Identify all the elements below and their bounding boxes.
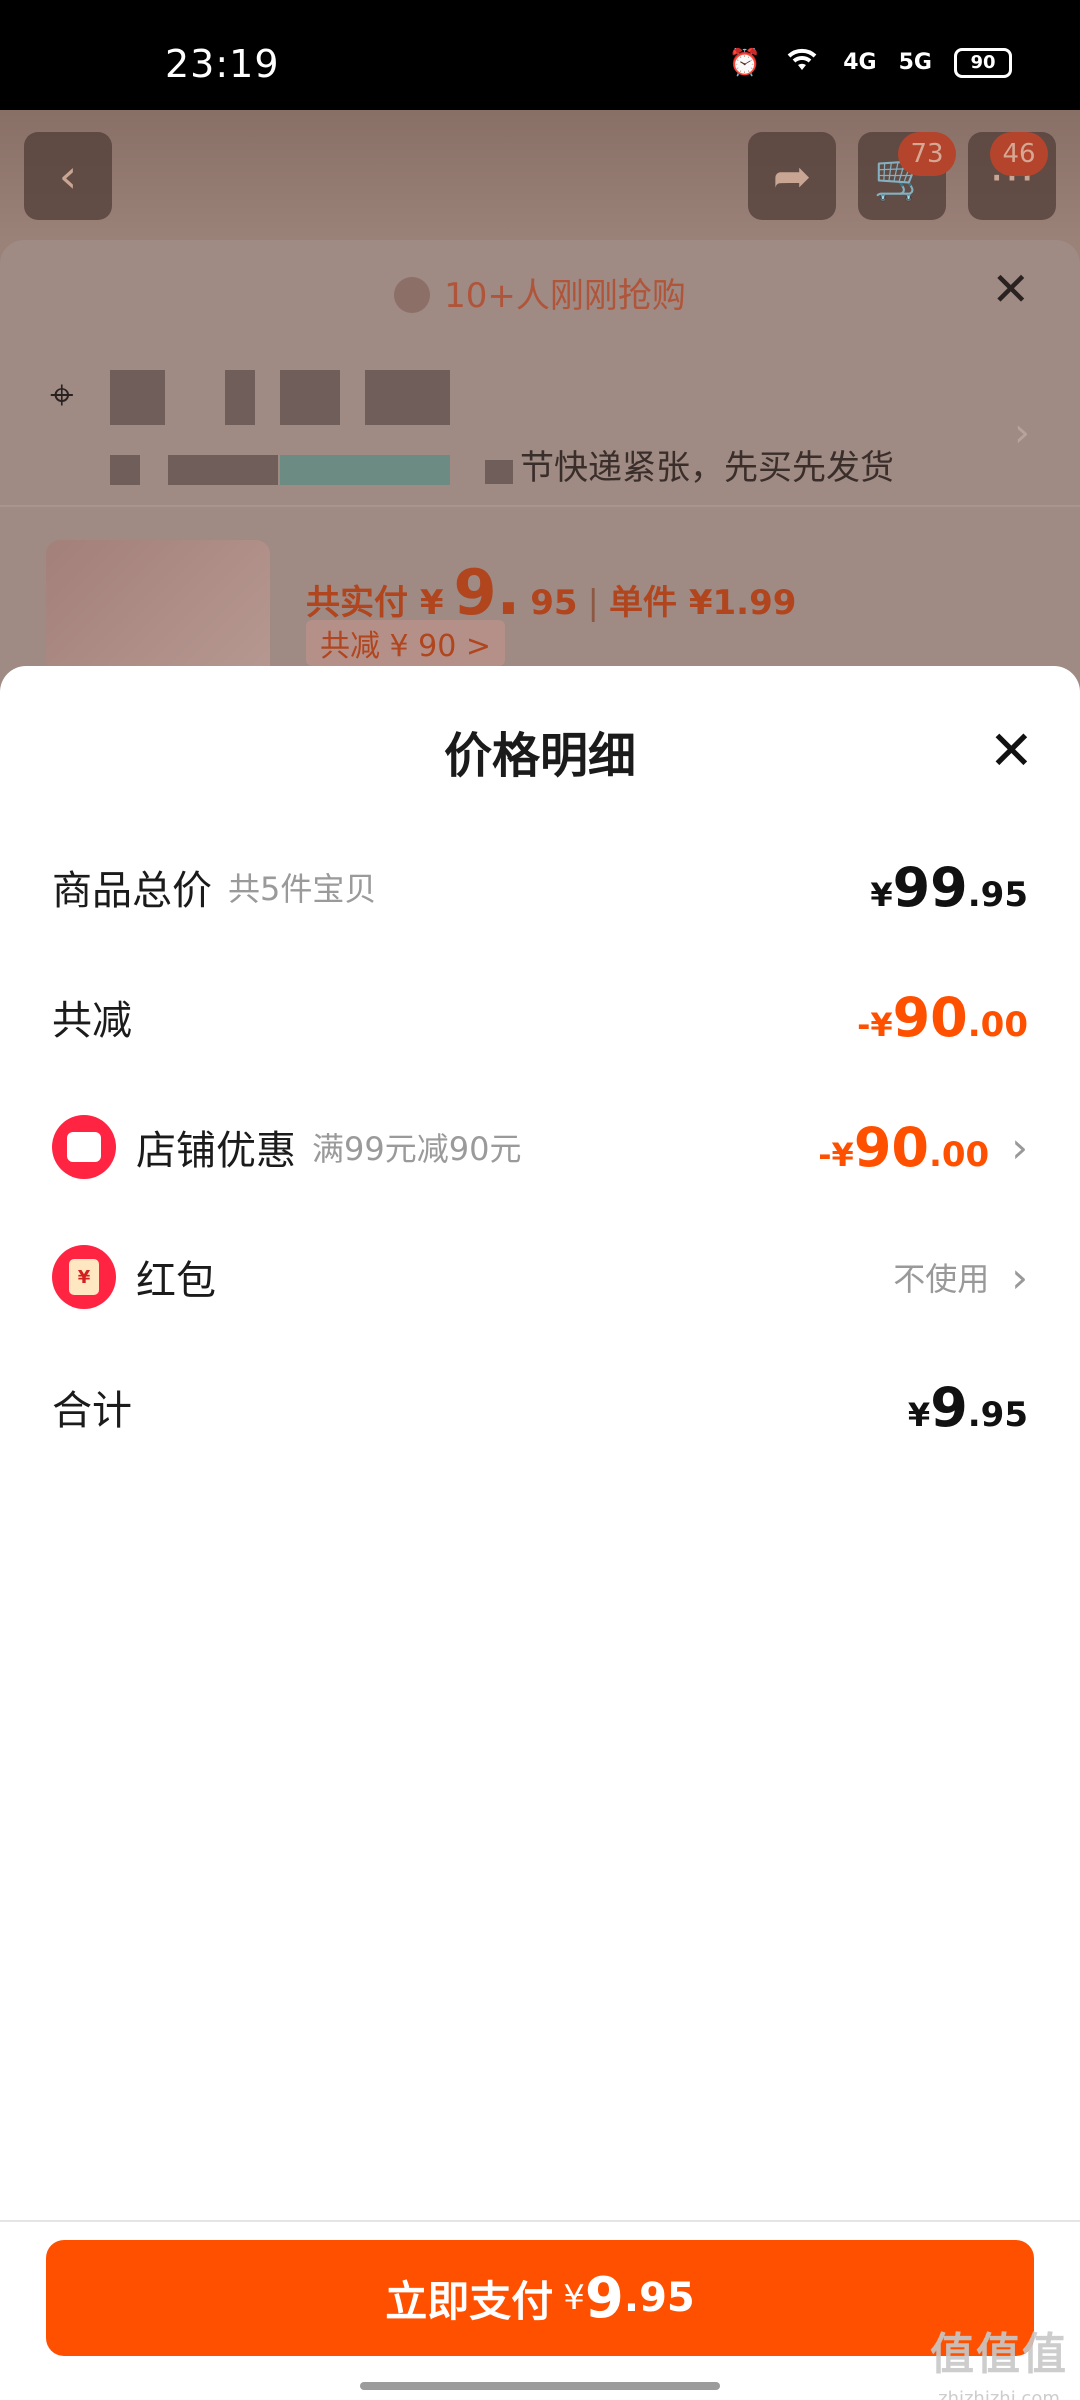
- price-detail-sheet: 价格明细 ✕ 商品总价 共5件宝贝 ¥99.95 共减 -¥ 90.00 店铺优惠…: [0, 666, 1080, 2400]
- status-icons: ⏰ 4G 5G 90: [729, 44, 1012, 81]
- pay-button-int: 9: [584, 2265, 624, 2331]
- chevron-right-icon: ›: [1011, 1122, 1028, 1172]
- share-button[interactable]: ➦: [748, 132, 836, 220]
- status-time: 23:19: [165, 42, 280, 86]
- price-int: 90: [853, 1115, 929, 1179]
- separator: |: [587, 583, 599, 623]
- red-packet-status: 不使用: [893, 1260, 990, 1298]
- watermark: 值值值 zhizhizhi.com: [930, 2318, 1068, 2400]
- chevron-right-icon: ›: [1011, 1252, 1028, 1302]
- purchase-banner-text: 10+人刚刚抢购: [444, 276, 686, 316]
- wifi-icon: [783, 44, 821, 81]
- shop-icon: [52, 1115, 116, 1179]
- currency: ¥: [907, 1395, 931, 1434]
- avatar-icon: [394, 277, 431, 313]
- chevron-left-icon: ‹: [58, 149, 78, 203]
- signal-4g-icon: 4G: [843, 50, 877, 75]
- blurred-address: [365, 370, 450, 425]
- pay-summary-amount-dec: 95: [530, 583, 578, 623]
- pay-summary-amount-int: 9.: [453, 556, 521, 629]
- status-bar: 23:19 ⏰ 4G 5G 90: [0, 0, 1080, 110]
- cart-badge: 73: [898, 132, 956, 176]
- row-shop-discount[interactable]: 店铺优惠 满99元减90元 -¥ 90.00 ›: [52, 1112, 1028, 1182]
- watermark-sub: zhizhizhi.com: [938, 2388, 1060, 2400]
- row-total-goods: 商品总价 共5件宝贝 ¥99.95: [52, 852, 1028, 922]
- pay-summary: 共实付 ¥ 9. 95 | 单件 ¥1.99: [306, 556, 796, 629]
- currency: ¥: [870, 875, 893, 914]
- shipping-notice: 节快递紧张，先买先发货: [520, 448, 894, 488]
- price-dec: .95: [967, 874, 1028, 915]
- row-label: 合计: [52, 1388, 132, 1434]
- row-label: 共减: [52, 998, 132, 1044]
- red-packet-icon: ¥: [52, 1245, 116, 1309]
- divider: [0, 505, 1080, 507]
- pay-button-dec: .95: [623, 2275, 695, 2321]
- price-dec: .00: [967, 1004, 1028, 1045]
- reduction-price: -¥ 90.00: [857, 986, 1028, 1049]
- currency: -¥: [818, 1135, 854, 1174]
- row-grand-total: 合计 ¥9.95: [52, 1372, 1028, 1442]
- price-int: 99: [892, 855, 968, 919]
- blurred-address: [110, 455, 140, 485]
- watermark-main: 值值值: [930, 2329, 1068, 2380]
- chevron-right-icon[interactable]: ›: [1014, 410, 1030, 456]
- alarm-icon: ⏰: [728, 47, 762, 78]
- currency: -¥: [857, 1005, 893, 1044]
- shop-discount-price: -¥ 90.00: [818, 1116, 989, 1179]
- pay-now-button[interactable]: 立即支付 ¥ 9 .95: [46, 2240, 1034, 2356]
- share-icon: ➦: [772, 149, 812, 203]
- row-label: 商品总价: [52, 868, 212, 914]
- sheet-title: 价格明细: [443, 728, 636, 784]
- price-dec: .00: [928, 1134, 990, 1175]
- row-sub: 共5件宝贝: [228, 870, 377, 908]
- more-badge: 46: [990, 132, 1048, 176]
- price-dec: .95: [967, 1394, 1028, 1435]
- blurred-address: [485, 460, 513, 484]
- signal-5g-icon: 5G: [898, 50, 932, 75]
- row-sub: 满99元减90元: [312, 1130, 522, 1168]
- close-icon[interactable]: ✕: [991, 262, 1030, 316]
- blurred-address: [280, 370, 340, 425]
- row-label: 店铺优惠: [136, 1128, 296, 1174]
- price-int: 90: [892, 985, 968, 1049]
- pay-button-currency: ¥: [563, 2278, 585, 2318]
- pay-summary-prefix: 共实付 ¥: [306, 583, 444, 623]
- back-button[interactable]: ‹: [24, 132, 112, 220]
- blurred-address: [168, 455, 278, 485]
- row-label: 红包: [136, 1258, 216, 1304]
- row-red-packet[interactable]: ¥ 红包 不使用 ›: [52, 1242, 1028, 1312]
- grand-total-price: ¥9.95: [908, 1376, 1028, 1439]
- purchase-banner: 10+人刚刚抢购: [0, 268, 1080, 317]
- battery-icon: 90: [954, 47, 1012, 78]
- unit-price: 单件 ¥1.99: [609, 583, 797, 623]
- blurred-address: [225, 370, 255, 425]
- blurred-address: [280, 455, 450, 485]
- blurred-address: [110, 370, 165, 425]
- bottom-bar: 立即支付 ¥ 9 .95: [0, 2220, 1080, 2400]
- location-pin-icon: ⌖: [50, 370, 74, 419]
- pay-button-label: 立即支付: [385, 2276, 554, 2326]
- close-button[interactable]: ✕: [989, 724, 1034, 778]
- price-int: 9: [930, 1375, 968, 1439]
- goods-total-price: ¥99.95: [870, 856, 1028, 919]
- home-indicator[interactable]: [360, 2382, 720, 2390]
- row-total-reduction: 共减 -¥ 90.00: [52, 982, 1028, 1052]
- reduce-tag[interactable]: 共减 ¥ 90 >: [306, 620, 506, 666]
